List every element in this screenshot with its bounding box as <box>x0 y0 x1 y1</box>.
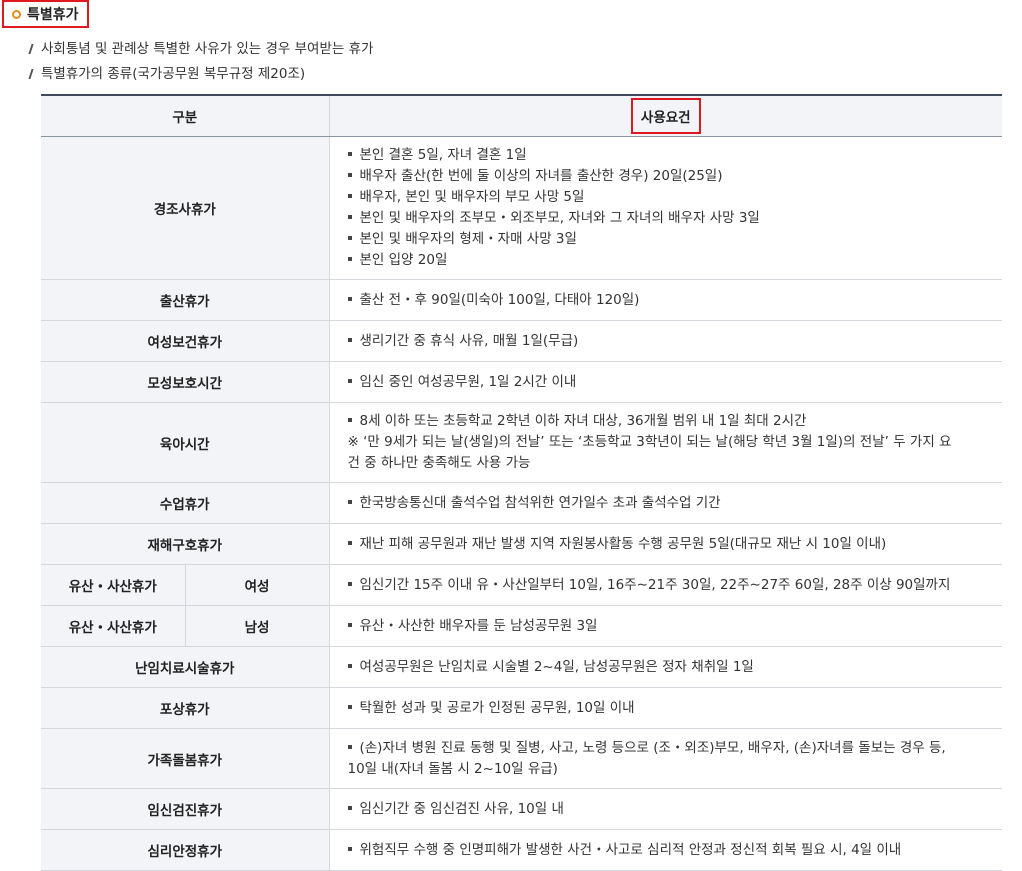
row-category: 가족돌봄휴가 <box>41 728 330 789</box>
table-row: 출산휴가 출산 전・후 90일(미숙아 100일, 다태아 120일) <box>41 279 1002 321</box>
row-category: 출산휴가 <box>41 279 330 321</box>
row-category: 육아시간 <box>41 402 330 483</box>
row-requirement: 본인 결혼 5일, 자녀 결혼 1일 배우자 출산(한 번에 둘 이상의 자녀를… <box>329 136 1002 280</box>
slash-icon <box>28 43 34 54</box>
row-category: 난임치료시술휴가 <box>41 646 330 688</box>
row-requirement: 탁월한 성과 및 공로가 인정된 공무원, 10일 이내 <box>329 687 1002 729</box>
row-category: 심리안정휴가 <box>41 829 330 871</box>
section-title-box: 특별휴가 <box>2 0 89 28</box>
row-requirement: 위험직무 수행 중 인명피해가 발생한 사건・사고로 심리적 안정과 정신적 회… <box>329 829 1002 871</box>
intro-bullets: 사회통념 및 관례상 특별한 사유가 있는 경우 부여받는 휴가 특별휴가의 종… <box>28 36 373 86</box>
special-leave-table: 구분 사용요건 경조사휴가 본인 결혼 5일, 자녀 결혼 1일 배우자 출산(… <box>41 94 1002 871</box>
table-row: 재해구호휴가 재난 피해 공무원과 재난 발생 지역 자원봉사활동 수행 공무원… <box>41 523 1002 565</box>
table-row: 가족돌봄휴가 (손)자녀 병원 진료 동행 및 질병, 사고, 노령 등으로 (… <box>41 728 1002 789</box>
row-requirement: (손)자녀 병원 진료 동행 및 질병, 사고, 노령 등으로 (조・외조)부모… <box>329 728 1002 789</box>
table-row: 육아시간 8세 이하 또는 초등학교 2학년 이하 자녀 대상, 36개월 범위… <box>41 402 1002 483</box>
table-row: 난임치료시술휴가 여성공무원은 난임치료 시술별 2~4일, 남성공무원은 정자… <box>41 646 1002 688</box>
table-row: 수업휴가 한국방송통신대 출석수업 참석위한 연가일수 초과 출석수업 기간 <box>41 482 1002 524</box>
row-requirement: 출산 전・후 90일(미숙아 100일, 다태아 120일) <box>329 279 1002 321</box>
header-category: 구분 <box>41 94 330 137</box>
header-requirement-label: 사용요건 <box>630 98 701 134</box>
row-requirement: 한국방송통신대 출석수업 참석위한 연가일수 초과 출석수업 기간 <box>329 482 1002 524</box>
row-category: 유산・사산휴가 <box>41 564 186 606</box>
table-row: 유산・사산휴가 남성 유산・사산한 배우자를 둔 남성공무원 3일 <box>41 605 1002 647</box>
section-title: 특별휴가 <box>27 7 79 23</box>
row-category: 유산・사산휴가 <box>41 605 186 647</box>
header-requirement: 사용요건 <box>329 94 1002 137</box>
row-requirement: 임신 중인 여성공무원, 1일 2시간 이내 <box>329 361 1002 403</box>
intro-bullet: 사회통념 및 관례상 특별한 사유가 있는 경우 부여받는 휴가 <box>28 36 373 61</box>
table-row: 유산・사산휴가 여성 임신기간 15주 이내 유・사산일부터 10일, 16주∼… <box>41 564 1002 606</box>
row-category: 경조사휴가 <box>41 136 330 280</box>
row-requirement: 임신기간 15주 이내 유・사산일부터 10일, 16주∼21주 30일, 22… <box>329 564 1002 606</box>
row-subcategory: 여성 <box>184 564 330 606</box>
row-subcategory: 남성 <box>184 605 330 647</box>
intro-bullet: 특별휴가의 종류(국가공무원 복무규정 제20조) <box>28 61 373 86</box>
row-requirement: 재난 피해 공무원과 재난 발생 지역 자원봉사활동 수행 공무원 5일(대규모… <box>329 523 1002 565</box>
row-requirement: 생리기간 중 휴식 사유, 매월 1일(무급) <box>329 320 1002 362</box>
row-category: 수업휴가 <box>41 482 330 524</box>
row-requirement: 유산・사산한 배우자를 둔 남성공무원 3일 <box>329 605 1002 647</box>
row-requirement: 임신기간 중 임신검진 사유, 10일 내 <box>329 788 1002 830</box>
row-category: 여성보건휴가 <box>41 320 330 362</box>
row-category: 모성보호시간 <box>41 361 330 403</box>
table-row: 여성보건휴가 생리기간 중 휴식 사유, 매월 1일(무급) <box>41 320 1002 362</box>
circle-bullet-icon <box>12 9 21 19</box>
table-row: 임신검진휴가 임신기간 중 임신검진 사유, 10일 내 <box>41 788 1002 830</box>
row-category: 임신검진휴가 <box>41 788 330 830</box>
row-requirement: 여성공무원은 난임치료 시술별 2~4일, 남성공무원은 정자 채취일 1일 <box>329 646 1002 688</box>
table-row: 경조사휴가 본인 결혼 5일, 자녀 결혼 1일 배우자 출산(한 번에 둘 이… <box>41 136 1002 280</box>
slash-icon <box>28 68 34 79</box>
table-row: 모성보호시간 임신 중인 여성공무원, 1일 2시간 이내 <box>41 361 1002 403</box>
row-category: 재해구호휴가 <box>41 523 330 565</box>
table-row: 포상휴가 탁월한 성과 및 공로가 인정된 공무원, 10일 이내 <box>41 687 1002 729</box>
row-requirement: 8세 이하 또는 초등학교 2학년 이하 자녀 대상, 36개월 범위 내 1일… <box>329 402 1002 483</box>
row-category: 포상휴가 <box>41 687 330 729</box>
table-row: 심리안정휴가 위험직무 수행 중 인명피해가 발생한 사건・사고로 심리적 안정… <box>41 829 1002 871</box>
table-header-row: 구분 사용요건 <box>41 94 1002 137</box>
